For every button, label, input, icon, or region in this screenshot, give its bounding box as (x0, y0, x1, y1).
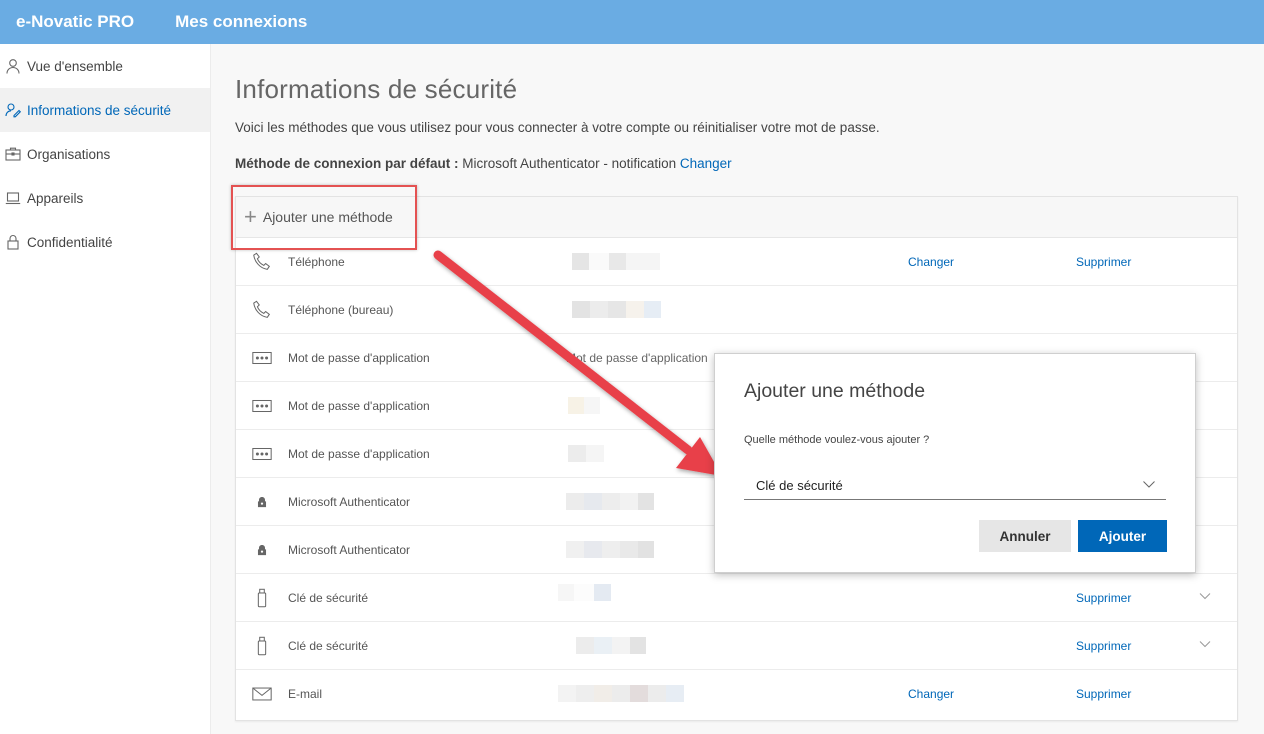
top-bar: e-Novatic PRO Mes connexions (0, 0, 1264, 44)
chevron-down-icon (1142, 477, 1156, 496)
app-password-icon (250, 394, 274, 418)
delete-link[interactable]: Supprimer (1076, 255, 1131, 269)
dialog-question: Quelle méthode voulez-vous ajouter ? (744, 434, 930, 446)
app-password-icon (250, 346, 274, 370)
method-label: E-mail (288, 686, 323, 701)
app-title[interactable]: Mes connexions (175, 12, 307, 32)
sidebar-item-overview[interactable]: Vue d'ensemble (0, 44, 210, 88)
method-label: Microsoft Authenticator (288, 494, 411, 509)
main-content: Informations de sécurité Voici les métho… (231, 44, 1238, 721)
method-value: Mot de passe d'application (566, 350, 708, 365)
default-method-value: Microsoft Authenticator - notification (458, 156, 680, 171)
sidebar-item-label: Vue d'ensemble (27, 58, 123, 74)
add-button[interactable]: Ajouter (1078, 520, 1167, 552)
default-method: Méthode de connexion par défaut : Micros… (235, 156, 1237, 171)
phone-icon (250, 298, 274, 322)
redacted-value (576, 637, 646, 654)
method-label: Mot de passe d'application (288, 350, 430, 365)
method-label: Clé de sécurité (288, 590, 369, 605)
delete-link[interactable]: Supprimer (1076, 639, 1131, 653)
redacted-value (558, 584, 611, 601)
redacted-value (566, 493, 654, 510)
redacted-value (566, 541, 654, 558)
brand-name[interactable]: e-Novatic PRO (16, 12, 134, 32)
method-label: Mot de passe d'application (288, 398, 430, 413)
add-method-label: Ajouter une méthode (262, 209, 393, 225)
method-label: Clé de sécurité (288, 638, 369, 653)
usb-key-icon (250, 586, 274, 610)
authenticator-icon (250, 538, 274, 562)
redacted-value (568, 445, 604, 462)
phone-icon (250, 250, 274, 274)
laptop-icon (4, 189, 22, 207)
method-row-security-key: Clé de sécurité Supprimer (236, 622, 1237, 670)
person-icon (4, 57, 22, 75)
authenticator-icon (250, 490, 274, 514)
method-label: Microsoft Authenticator (288, 542, 411, 557)
delete-link[interactable]: Supprimer (1076, 687, 1131, 701)
sidebar: Vue d'ensemble Informations de sécurité … (0, 44, 211, 734)
method-row-phone: Téléphone Changer Supprimer (236, 238, 1237, 286)
page-subtitle: Voici les méthodes que vous utilisez pou… (235, 120, 880, 135)
mail-icon (250, 682, 274, 706)
method-select[interactable]: Clé de sécurité (744, 471, 1166, 500)
redacted-value (558, 685, 684, 702)
method-label: Téléphone (288, 254, 345, 269)
security-info-icon (4, 101, 22, 119)
change-link[interactable]: Changer (908, 255, 954, 269)
chevron-down-icon[interactable] (1198, 637, 1212, 654)
sidebar-item-label: Appareils (27, 190, 84, 206)
sidebar-item-security-info[interactable]: Informations de sécurité (0, 88, 210, 132)
sidebar-item-organizations[interactable]: Organisations (0, 132, 210, 176)
chevron-down-icon[interactable] (1198, 589, 1212, 606)
usb-key-icon (250, 634, 274, 658)
sidebar-item-label: Organisations (27, 146, 111, 162)
app-password-icon (250, 442, 274, 466)
change-link[interactable]: Changer (908, 687, 954, 701)
briefcase-icon (4, 145, 22, 163)
sidebar-item-label: Informations de sécurité (27, 102, 172, 118)
delete-link[interactable]: Supprimer (1076, 591, 1131, 605)
method-select-value: Clé de sécurité (756, 477, 843, 493)
redacted-value (572, 301, 661, 318)
method-row-email: E-mail Changer Supprimer (236, 670, 1237, 717)
default-method-label: Méthode de connexion par défaut : (235, 156, 459, 171)
add-method-dialog: Ajouter une méthode Quelle méthode voule… (714, 353, 1196, 573)
sidebar-item-devices[interactable]: Appareils (0, 176, 210, 220)
page-title: Informations de sécurité (235, 74, 518, 104)
dialog-title: Ajouter une méthode (744, 380, 926, 402)
redacted-value (568, 397, 600, 414)
methods-card-header: + Ajouter une méthode (231, 185, 1237, 250)
redacted-value (572, 253, 660, 270)
method-label: Téléphone (bureau) (288, 302, 394, 317)
method-label: Mot de passe d'application (288, 446, 430, 461)
method-row-security-key: Clé de sécurité Supprimer (236, 574, 1237, 622)
sidebar-item-label: Confidentialité (27, 234, 113, 250)
add-method-button[interactable]: + Ajouter une méthode (244, 206, 393, 228)
lock-icon (4, 233, 22, 251)
cancel-button[interactable]: Annuler (979, 520, 1071, 552)
sidebar-item-privacy[interactable]: Confidentialité (0, 220, 210, 264)
method-row-office-phone: Téléphone (bureau) (236, 286, 1237, 334)
default-method-change-link[interactable]: Changer (680, 156, 732, 171)
plus-icon: + (244, 204, 257, 229)
